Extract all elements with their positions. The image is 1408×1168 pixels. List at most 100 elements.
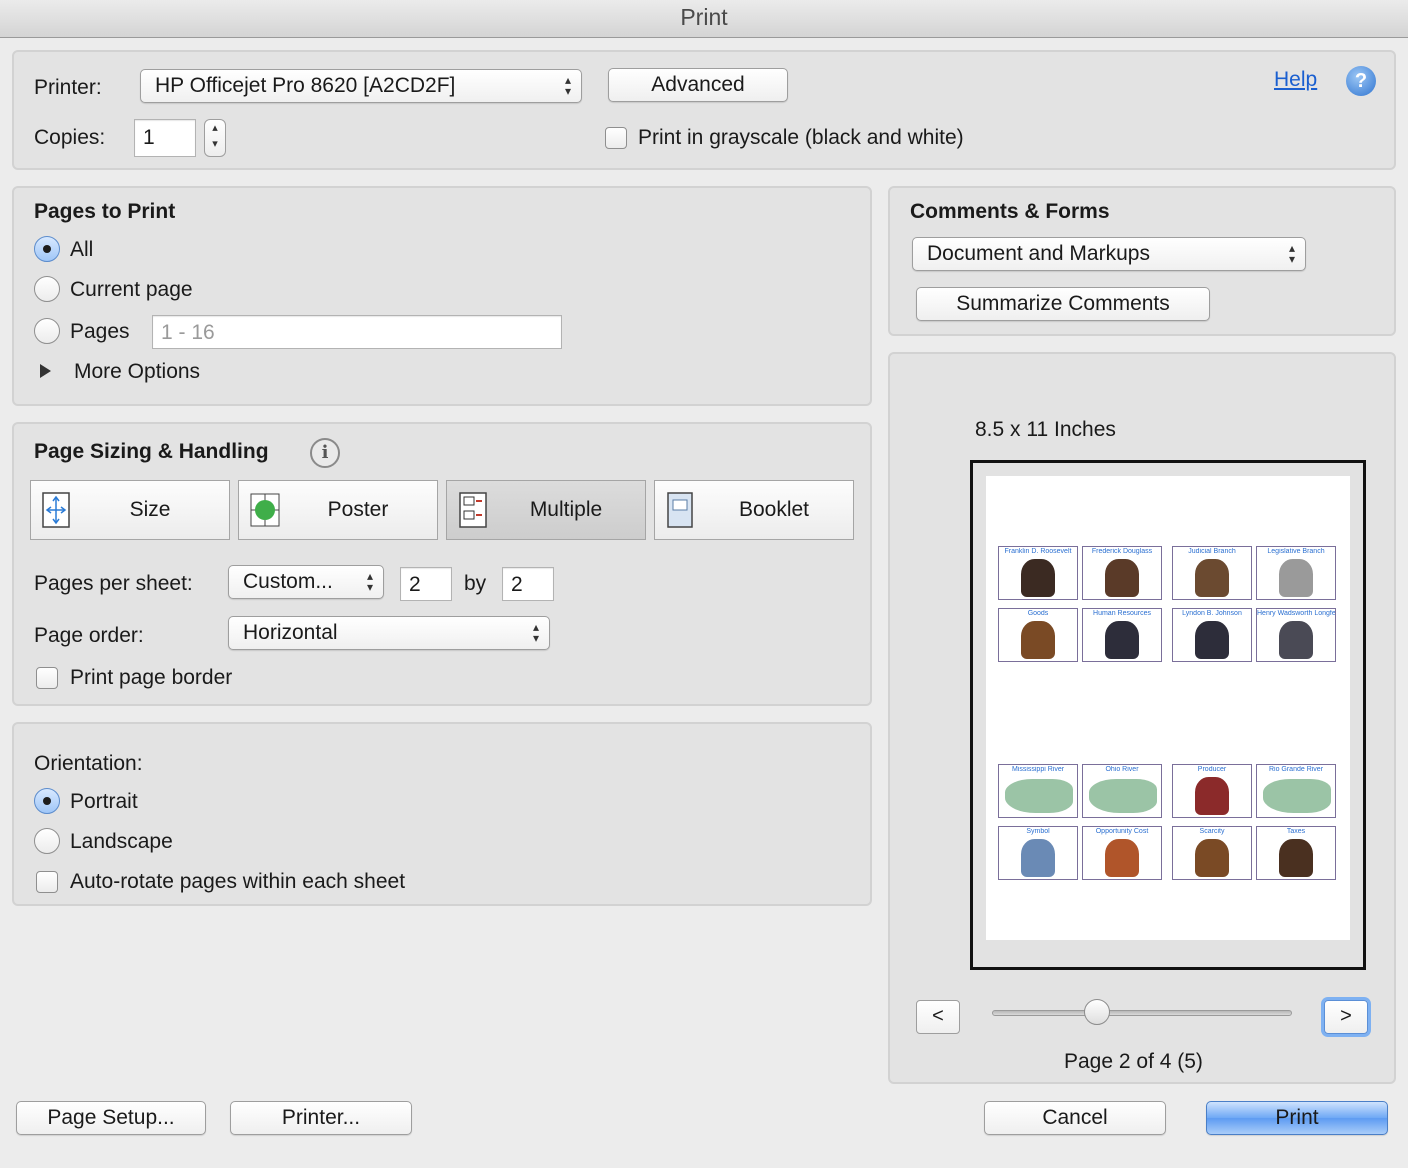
poster-mode-label: Poster — [327, 498, 389, 521]
preview-thumbnail: Judicial Branch — [1172, 546, 1252, 600]
thumbnail-caption: Opportunity Cost — [1095, 828, 1149, 835]
print-border-label: Print page border — [70, 666, 233, 689]
updown-arrows-icon: ▴ ▾ — [366, 569, 373, 594]
preview-thumbnail: Human Resources — [1082, 608, 1162, 662]
thumbnail-caption: Scarcity — [1199, 828, 1225, 835]
preview-thumbnail: Legislative Branch — [1256, 546, 1336, 600]
booklet-mode-button[interactable]: Booklet — [654, 480, 854, 540]
preview-thumbnail: Taxes — [1256, 826, 1336, 880]
thumbnail-caption: Rio Grande River — [1268, 766, 1324, 773]
radio-all[interactable] — [34, 236, 60, 262]
more-options-label[interactable]: More Options — [74, 360, 200, 384]
radio-portrait[interactable] — [34, 788, 60, 814]
size-mode-button[interactable]: Size — [30, 480, 230, 540]
thumbnail-picture — [1195, 839, 1229, 877]
thumbnail-picture — [1279, 839, 1313, 877]
poster-mode-button[interactable]: Poster — [238, 480, 438, 540]
updown-arrows-icon: ▴ ▾ — [564, 73, 571, 98]
thumbnail-picture — [1021, 839, 1055, 877]
preview-thumbnail: Rio Grande River — [1256, 764, 1336, 818]
pages-to-print-heading: Pages to Print — [34, 200, 176, 223]
radio-current-page-label: Current page — [70, 278, 193, 301]
auto-rotate-checkbox[interactable] — [36, 871, 58, 893]
radio-current-page[interactable] — [34, 276, 60, 302]
grayscale-checkbox[interactable] — [605, 127, 627, 149]
page-setup-button[interactable]: Page Setup... — [16, 1101, 206, 1135]
by-label: by — [464, 572, 487, 595]
thumbnail-caption: Taxes — [1286, 828, 1306, 835]
cancel-button[interactable]: Cancel — [984, 1101, 1166, 1135]
help-link[interactable]: Help — [1274, 68, 1317, 92]
thumbnail-caption: Judicial Branch — [1188, 548, 1236, 555]
thumbnail-caption: Producer — [1197, 766, 1227, 773]
thumbnail-caption: Ohio River — [1105, 766, 1139, 773]
pages-per-sheet-select[interactable]: Custom... ▴ ▾ — [228, 565, 384, 599]
thumbnail-caption: Frederick Douglass — [1091, 548, 1153, 555]
pages-cols-input[interactable]: 2 — [400, 567, 452, 601]
copies-input[interactable]: 1 — [134, 119, 196, 157]
copies-stepper[interactable]: ▴ ▾ — [204, 119, 226, 157]
page-sizing-group — [12, 422, 872, 706]
pages-per-sheet-value: Custom... — [243, 570, 333, 593]
grayscale-label: Print in grayscale (black and white) — [638, 126, 964, 149]
print-border-checkbox[interactable] — [36, 667, 58, 689]
booklet-mode-label: Booklet — [738, 498, 810, 521]
thumbnail-picture — [1279, 621, 1313, 659]
multiple-mode-label: Multiple — [529, 498, 603, 521]
question-icon[interactable]: ? — [1346, 66, 1376, 96]
thumbnail-caption: Lyndon B. Johnson — [1182, 610, 1242, 617]
printer-select-value: HP Officejet Pro 8620 [A2CD2F] — [155, 74, 456, 97]
printer-button[interactable]: Printer... — [230, 1101, 412, 1135]
page-sizing-heading: Page Sizing & Handling — [34, 440, 269, 463]
comments-forms-value: Document and Markups — [927, 242, 1150, 265]
preview-thumbnail: Mississippi River — [998, 764, 1078, 818]
info-icon[interactable]: i — [310, 438, 340, 468]
preview-thumbnail: Ohio River — [1082, 764, 1162, 818]
prev-page-button[interactable]: < — [916, 1000, 960, 1034]
thumbnail-picture — [1105, 559, 1139, 597]
preview-thumbnail: Frederick Douglass — [1082, 546, 1162, 600]
page-order-select[interactable]: Horizontal ▴ ▾ — [228, 616, 550, 650]
orientation-heading: Orientation: — [34, 752, 143, 775]
thumbnail-picture — [1279, 559, 1313, 597]
pages-rows-input[interactable]: 2 — [502, 567, 554, 601]
thumbnail-caption: Goods — [1027, 610, 1049, 617]
paper-size-label: 8.5 x 11 Inches — [975, 418, 1116, 441]
preview-thumbnail: Producer — [1172, 764, 1252, 818]
updown-arrows-icon: ▴ ▾ — [1288, 241, 1295, 266]
preview-thumbnail: Goods — [998, 608, 1078, 662]
thumbnail-picture — [1195, 559, 1229, 597]
thumbnail-picture — [1263, 779, 1331, 813]
radio-pages[interactable] — [34, 318, 60, 344]
print-button[interactable]: Print — [1206, 1101, 1388, 1135]
pages-per-sheet-label: Pages per sheet: — [34, 572, 193, 595]
thumbnail-caption: Franklin D. Roosevelt — [1004, 548, 1072, 555]
thumbnail-picture — [1021, 621, 1055, 659]
radio-portrait-label: Portrait — [70, 790, 138, 813]
advanced-button[interactable]: Advanced — [608, 68, 788, 102]
multiple-mode-button[interactable]: Multiple — [446, 480, 646, 540]
comments-forms-heading: Comments & Forms — [910, 200, 1110, 223]
pages-range-input[interactable]: 1 - 16 — [152, 315, 562, 349]
preview-thumbnail: Symbol — [998, 826, 1078, 880]
comments-forms-select[interactable]: Document and Markups ▴ ▾ — [912, 237, 1306, 271]
size-mode-label: Size — [129, 498, 171, 521]
thumbnail-picture — [1005, 779, 1073, 813]
thumbnail-caption: Henry Wadsworth Longfellow — [1257, 610, 1335, 617]
preview-thumbnail: Lyndon B. Johnson — [1172, 608, 1252, 662]
page-order-label: Page order: — [34, 624, 144, 647]
preview-thumbnail: Opportunity Cost — [1082, 826, 1162, 880]
printer-label: Printer: — [34, 76, 102, 99]
disclosure-triangle-icon[interactable] — [40, 364, 51, 378]
page-order-value: Horizontal — [243, 621, 338, 644]
preview-thumbnail: Henry Wadsworth Longfellow — [1256, 608, 1336, 662]
page-slider-knob[interactable] — [1084, 999, 1110, 1025]
radio-landscape[interactable] — [34, 828, 60, 854]
printer-select[interactable]: HP Officejet Pro 8620 [A2CD2F] ▴ ▾ — [140, 69, 582, 103]
radio-pages-label: Pages — [70, 320, 130, 343]
summarize-comments-button[interactable]: Summarize Comments — [916, 287, 1210, 321]
page-slider-track[interactable] — [992, 1010, 1292, 1016]
copies-label: Copies: — [34, 126, 106, 149]
thumbnail-caption: Legislative Branch — [1267, 548, 1325, 555]
next-page-button[interactable]: > — [1324, 1000, 1368, 1034]
